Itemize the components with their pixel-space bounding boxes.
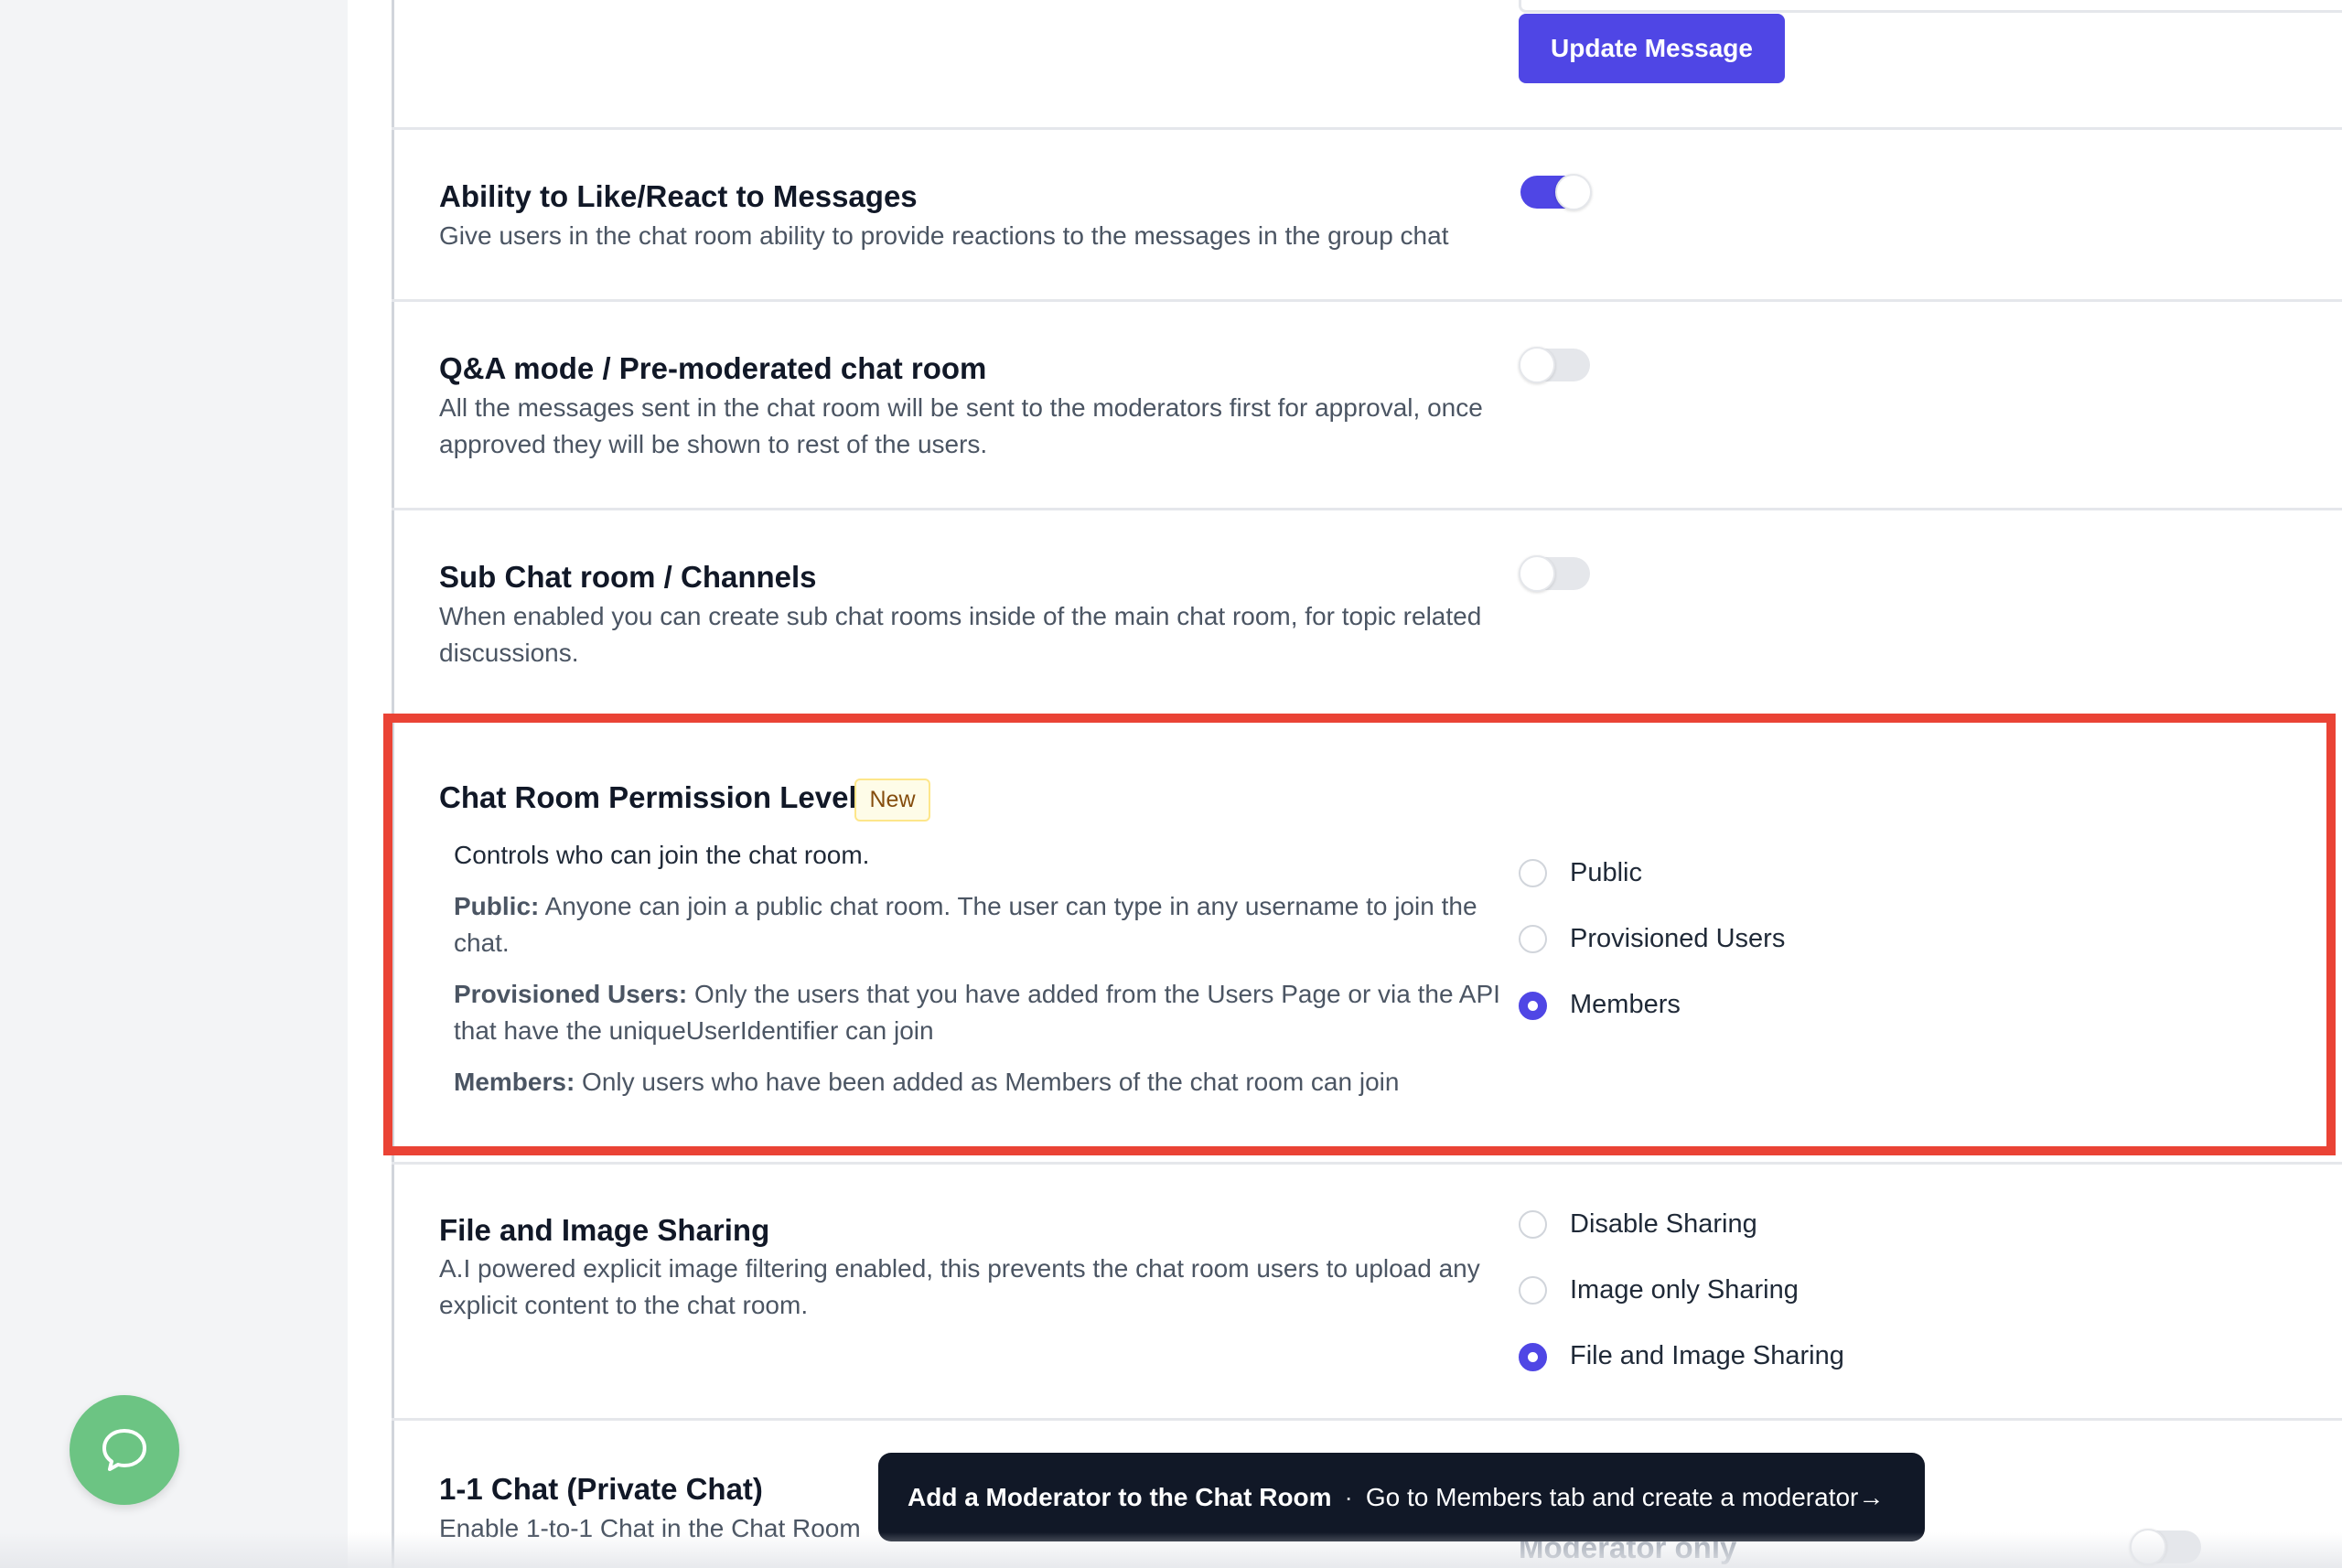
toast-message-link[interactable]: Go to Members tab and create a moderator… (1366, 1483, 1885, 1512)
chat-bubble-icon (102, 1429, 146, 1471)
qa-mode-toggle[interactable] (1519, 347, 1590, 383)
file-sharing-title: File and Image Sharing (439, 1213, 770, 1247)
divider (392, 508, 2342, 510)
toggle-knob (1555, 174, 1592, 210)
toggle-knob (2130, 1529, 2166, 1565)
like-react-toggle[interactable] (1520, 174, 1592, 210)
sharing-option-file-and-image[interactable]: File and Image Sharing (1570, 1341, 1844, 1371)
left-gutter (0, 0, 348, 1568)
divider (392, 1162, 2342, 1165)
toast-separator: · (1344, 1482, 1353, 1511)
sharing-radio-image-only[interactable] (1519, 1276, 1547, 1305)
private-chat-toggle[interactable] (2130, 1529, 2201, 1565)
like-react-description: Give users in the chat room ability to p… (439, 221, 1449, 250)
toast-title: Add a Moderator to the Chat Room (908, 1482, 1332, 1511)
chat-support-button[interactable] (70, 1395, 179, 1505)
like-react-title: Ability to Like/React to Messages (439, 179, 918, 213)
toggle-knob (1519, 555, 1555, 592)
divider (392, 127, 2342, 130)
sharing-option-disable[interactable]: Disable Sharing (1570, 1209, 1757, 1240)
qa-mode-description: All the messages sent in the chat room w… (439, 393, 1483, 458)
divider (392, 299, 2342, 302)
sharing-radio-disable[interactable] (1519, 1210, 1547, 1239)
message-input[interactable] (1519, 0, 2342, 13)
private-chat-title: 1-1 Chat (Private Chat) (439, 1472, 763, 1506)
update-message-button[interactable]: Update Message (1519, 14, 1785, 83)
toggle-knob (1519, 347, 1555, 383)
sub-chat-description: When enabled you can create sub chat roo… (439, 602, 1482, 667)
qa-mode-title: Q&A mode / Pre-moderated chat room (439, 351, 987, 385)
moderator-toast[interactable]: Add a Moderator to the Chat Room · Go to… (878, 1453, 1925, 1541)
sub-chat-toggle[interactable] (1519, 555, 1590, 592)
sharing-option-image-only[interactable]: Image only Sharing (1570, 1275, 1799, 1305)
highlight-box (383, 714, 2336, 1155)
file-sharing-description: A.I powered explicit image filtering ena… (439, 1254, 1480, 1319)
sharing-radio-file-and-image[interactable] (1519, 1343, 1547, 1371)
sub-chat-title: Sub Chat room / Channels (439, 560, 817, 594)
divider (392, 1418, 2342, 1421)
